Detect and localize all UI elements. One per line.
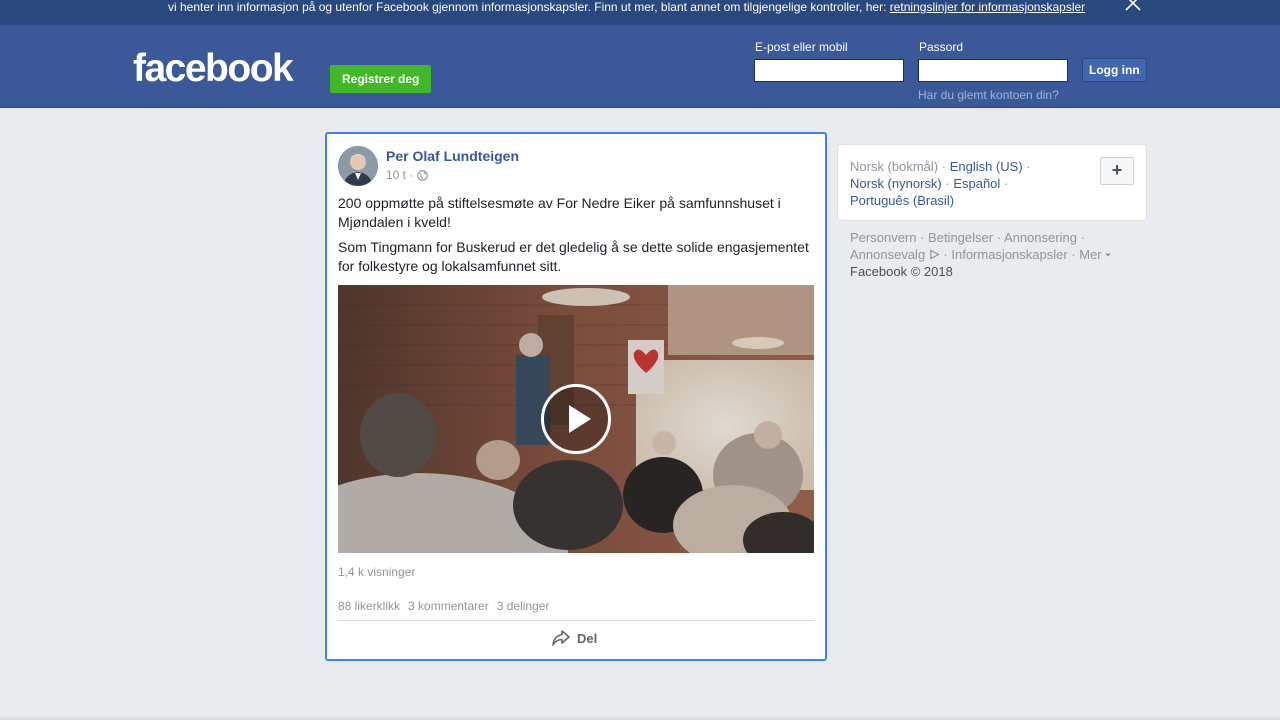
adchoices-icon (930, 249, 940, 260)
language-current: Norsk (bokmål) (850, 159, 939, 174)
footer-terms-link[interactable]: Betingelser (928, 230, 993, 245)
forgot-account-link[interactable]: Har du glemt kontoen din? (918, 88, 1059, 102)
comment-count[interactable]: 3 kommentarer (408, 599, 489, 613)
email-label: E-post eller mobil (755, 40, 848, 54)
avatar[interactable] (338, 146, 378, 186)
cookie-banner-text: vi henter inn informasjon på og utenfor … (168, 0, 1085, 14)
more-languages-button[interactable]: + (1100, 157, 1134, 185)
footer-privacy-link[interactable]: Personvern (850, 230, 916, 245)
cookie-banner-message: vi henter inn informasjon på og utenfor … (168, 0, 890, 14)
post-timestamp[interactable]: 10 t · (386, 168, 413, 182)
play-icon (569, 405, 591, 433)
language-portuguese[interactable]: Português (Brasil) (850, 193, 954, 208)
footer-adchoices-link[interactable]: Annonsevalg (850, 247, 925, 262)
language-nynorsk[interactable]: Norsk (nynorsk) (850, 176, 942, 191)
separator: · (941, 176, 954, 191)
password-field[interactable] (918, 59, 1068, 82)
copyright-text: Facebook © 2018 (850, 264, 953, 279)
separator: · (1000, 176, 1009, 191)
post-divider (338, 620, 814, 621)
post-message: 200 oppmøtte på stiftelsesmøte av For Ne… (338, 194, 816, 282)
share-button-label: Del (577, 630, 598, 646)
cookie-policy-link[interactable]: retningslinjer for informasjonskapsler (890, 0, 1085, 14)
share-icon (552, 630, 570, 646)
post-card: Per Olaf Lundteigen 10 t · 200 oppmøtte … (325, 132, 827, 661)
footer-more-link[interactable]: Mer (1079, 247, 1101, 262)
share-button[interactable]: Del (551, 629, 597, 647)
language-list: Norsk (bokmål) · English (US) · Norsk (n… (850, 158, 1090, 209)
language-english[interactable]: English (US) (950, 159, 1023, 174)
footer-links: Personvern · Betingelser · Annonsering ·… (850, 229, 1120, 280)
separator: · (938, 159, 950, 174)
password-label: Passord (919, 40, 964, 54)
video-view-count: 1,4 k visninger (338, 565, 416, 579)
facebook-logo[interactable]: facebook (133, 49, 294, 88)
like-count[interactable]: 88 likerklikk (338, 599, 400, 613)
login-button[interactable]: Logg inn (1082, 58, 1147, 82)
post-paragraph: Som Tingmann for Buskerud er det gledeli… (338, 239, 809, 274)
footer-ads-link[interactable]: Annonsering (1004, 230, 1077, 245)
close-icon[interactable] (1124, 0, 1142, 12)
register-button[interactable]: Registrer deg (330, 65, 432, 93)
bottom-edge (0, 714, 1280, 720)
share-count[interactable]: 3 delinger (497, 599, 550, 613)
footer-cookies-link[interactable]: Informasjonskapsler (951, 247, 1067, 262)
play-button[interactable] (541, 384, 611, 454)
language-selector: Norsk (bokmål) · English (US) · Norsk (n… (837, 144, 1147, 221)
post-stats: 88 likerklikk 3 kommentarer 3 delinger (338, 599, 549, 613)
post-paragraph: 200 oppmøtte på stiftelsesmøte av For Ne… (338, 195, 781, 230)
cookie-banner: vi henter inn informasjon på og utenfor … (0, 0, 1280, 25)
chevron-down-icon[interactable] (1105, 252, 1112, 258)
post-author-name[interactable]: Per Olaf Lundteigen (386, 148, 519, 164)
language-spanish[interactable]: Español (953, 176, 1000, 191)
top-header: facebook Registrer deg E-post eller mobi… (0, 25, 1280, 108)
globe-icon (417, 169, 429, 181)
email-field[interactable] (754, 59, 904, 82)
separator: · (1022, 159, 1031, 174)
video-player[interactable] (338, 285, 814, 553)
post-meta: 10 t · (386, 168, 429, 182)
